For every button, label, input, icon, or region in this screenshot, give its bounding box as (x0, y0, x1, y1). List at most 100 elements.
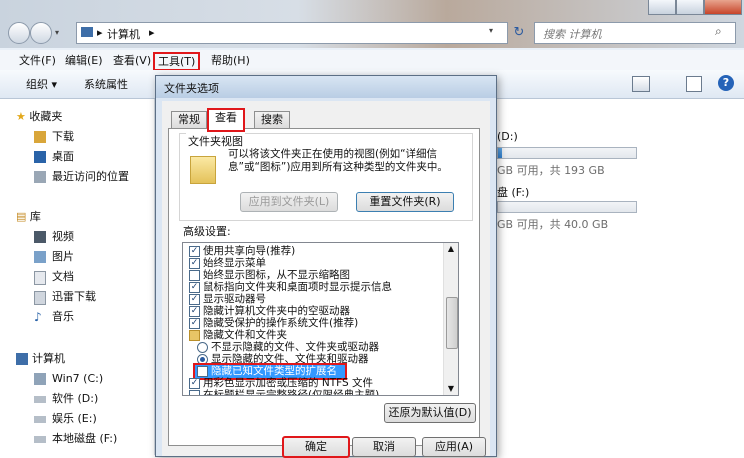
tab-view[interactable]: 查看 (207, 108, 245, 132)
setting-checkbox[interactable]: ✓ (189, 306, 200, 317)
back-button[interactable] (8, 22, 30, 44)
close-button[interactable] (704, 0, 742, 15)
refresh-icon[interactable]: ↻ (510, 24, 528, 42)
document-icon (34, 271, 46, 285)
title-bar: ▾ ▸ 计算机 ▸ ▾ ↻ 搜索 计算机 ⌕ (0, 0, 744, 48)
setting-checkbox[interactable]: ✓ (189, 282, 200, 293)
drive-icon (34, 416, 46, 423)
recent-pages-icon[interactable]: ▾ (55, 28, 59, 37)
setting-checkbox[interactable] (197, 366, 208, 377)
nav-item-label: 文档 (52, 270, 74, 283)
minimize-button[interactable] (648, 0, 676, 15)
nav-item-label: 迅雷下载 (52, 290, 96, 303)
drive-d-usage-bar (497, 147, 637, 159)
menu-view[interactable]: 查看(V) (110, 53, 154, 68)
view-options-icon[interactable] (632, 76, 650, 92)
dialog-title: 文件夹选项 (164, 82, 219, 95)
drive-d-usage-fill (498, 148, 503, 158)
navigation-pane: ★ 收藏夹 下载 桌面 最近访问的位置 ▤ 库 视频 图片 文档 迅雷下载 ♪ … (0, 99, 155, 455)
preview-pane-icon[interactable] (686, 76, 702, 92)
drive-f-usage-bar (497, 201, 637, 213)
folder-views-group: 文件夹视图 可以将该文件夹正在使用的视图(例如“详细信息”或“图标”)应用到所有… (179, 133, 473, 221)
folder-views-description: 可以将该文件夹正在使用的视图(例如“详细信息”或“图标”)应用到所有这种类型的文… (228, 148, 448, 173)
breadcrumb-item-computer[interactable]: 计算机 (107, 26, 140, 42)
forward-button[interactable] (30, 22, 52, 44)
nav-favorites-label: 收藏夹 (29, 110, 63, 123)
search-icon[interactable]: ⌕ (715, 24, 722, 39)
nav-item-label: 音乐 (52, 310, 74, 323)
nav-item-label: 桌面 (52, 150, 74, 163)
music-icon: ♪ (34, 310, 42, 324)
computer-icon (16, 353, 28, 365)
search-placeholder: 搜索 计算机 (543, 28, 602, 41)
library-icon: ▤ (16, 210, 27, 223)
setting-label: 在标题栏显示完整路径(仅限经典主题) (203, 389, 380, 396)
nav-item-label: 娱乐 (E:) (52, 412, 97, 425)
address-bar[interactable]: ▸ 计算机 ▸ ▾ (76, 22, 508, 44)
folder-options-dialog: 文件夹选项 常规 查看 搜索 文件夹视图 可以将该文件夹正在使用的视图(例如“详… (155, 75, 497, 458)
picture-icon (34, 251, 46, 263)
nav-item-label: 图片 (52, 250, 74, 263)
recent-places-icon (34, 171, 46, 183)
nav-buttons: ▾ (8, 22, 62, 44)
setting-radio[interactable] (197, 354, 208, 365)
organize-button[interactable]: 组织 ▾ (26, 77, 57, 92)
advanced-settings-list[interactable]: ✓ 使用共享向导(推荐) ✓ 始终显示菜单 始终显示图标，从不显示缩略图 ✓ 鼠标指向文件夹… (182, 242, 459, 396)
system-properties-button[interactable]: 系统属性 (84, 77, 128, 92)
nav-item-label: 软件 (D:) (52, 392, 99, 405)
setting-checkbox[interactable]: ✓ (189, 246, 200, 257)
address-dropdown-icon[interactable]: ▾ (489, 26, 493, 35)
nav-favorites[interactable]: ★ 收藏夹 (16, 109, 62, 125)
nav-item-label: 视频 (52, 230, 74, 243)
tab-general[interactable]: 常规 (171, 111, 207, 128)
menu-tools[interactable]: 工具(T) (153, 52, 201, 71)
dialog-title-bar: 文件夹选项 (156, 76, 496, 98)
setting-checkbox[interactable]: ✓ (189, 378, 200, 389)
setting-checkbox[interactable] (189, 270, 200, 281)
download-folder-icon (34, 131, 46, 143)
setting-checkbox[interactable]: ✓ (189, 318, 200, 329)
drive-d-label[interactable]: (D:) (497, 130, 518, 143)
menu-file[interactable]: 文件(F) (16, 53, 59, 68)
nav-item-label: 下载 (52, 130, 74, 143)
cancel-button[interactable]: 取消 (352, 437, 416, 457)
breadcrumb-separator: ▸ (149, 26, 155, 39)
folder-view-icon (190, 156, 216, 184)
nav-item-label: Win7 (C:) (52, 372, 104, 385)
menu-edit[interactable]: 编辑(E) (62, 53, 106, 68)
video-icon (34, 231, 46, 243)
drive-d-free-text: GB 可用，共 193 GB (497, 164, 605, 177)
menu-help[interactable]: 帮助(H) (208, 53, 253, 68)
nav-libraries-label: 库 (29, 210, 41, 223)
search-input[interactable]: 搜索 计算机 ⌕ (534, 22, 736, 44)
setting-checkbox[interactable] (189, 390, 200, 395)
breadcrumb-separator: ▸ (97, 26, 103, 39)
drive-f-label[interactable]: 盘 (F:) (497, 184, 529, 200)
computer-icon (81, 27, 93, 37)
setting-checkbox[interactable]: ✓ (189, 294, 200, 305)
apply-button[interactable]: 应用(A) (422, 437, 486, 457)
scroll-up-icon[interactable]: ▲ (445, 243, 457, 255)
apply-to-folders-button[interactable]: 应用到文件夹(L) (240, 192, 338, 212)
nav-item-label: 最近访问的位置 (52, 170, 129, 183)
scroll-thumb[interactable] (446, 297, 458, 349)
drive-icon (34, 436, 46, 443)
maximize-button[interactable] (676, 0, 704, 15)
drive-icon (34, 396, 46, 403)
restore-defaults-button[interactable]: 还原为默认值(D) (384, 403, 476, 423)
setting-checkbox[interactable]: ✓ (189, 258, 200, 269)
folder-views-heading: 文件夹视图 (186, 133, 245, 149)
reset-folders-button[interactable]: 重置文件夹(R) (356, 192, 454, 212)
download-library-icon (34, 291, 46, 305)
help-icon[interactable]: ? (718, 75, 734, 91)
desktop-icon (34, 151, 46, 163)
nav-item-label: 本地磁盘 (F:) (52, 432, 118, 445)
menu-bar: 文件(F) 编辑(E) 查看(V) 工具(T) 帮助(H) (0, 50, 744, 71)
tab-search[interactable]: 搜索 (254, 111, 290, 128)
scroll-down-icon[interactable]: ▼ (445, 383, 457, 395)
advanced-settings-scrollbar[interactable]: ▲ ▼ (443, 243, 458, 395)
nav-libraries[interactable]: ▤ 库 (16, 209, 41, 225)
folder-icon (189, 330, 200, 341)
system-drive-icon (34, 373, 46, 385)
setting-radio[interactable] (197, 342, 208, 353)
